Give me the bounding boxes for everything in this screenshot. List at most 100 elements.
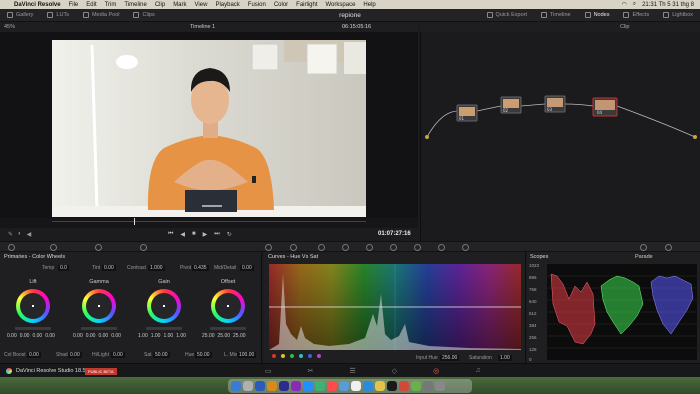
gain-master-slider[interactable] xyxy=(146,327,182,330)
color-page-icon[interactable]: ◎ xyxy=(433,367,439,375)
menu-mark[interactable]: Mark xyxy=(173,2,186,8)
gamma-master-slider[interactable] xyxy=(81,327,117,330)
photoshop-icon[interactable] xyxy=(255,381,265,391)
sizing-icon[interactable] xyxy=(462,244,469,251)
node-editor[interactable]: 01 02 03 04 xyxy=(420,32,700,242)
lift-master-slider[interactable] xyxy=(15,327,51,330)
premiere-icon[interactable] xyxy=(279,381,289,391)
hue-field[interactable]: 50.00 xyxy=(195,352,212,358)
menu-color[interactable]: Color xyxy=(274,2,288,8)
messages-icon[interactable] xyxy=(315,381,325,391)
offset-g[interactable]: 25.00 xyxy=(218,333,231,339)
gamma-crosshair[interactable] xyxy=(98,305,100,307)
loop-icon[interactable]: ↻ xyxy=(227,231,232,238)
saturation-field[interactable]: 1.00 xyxy=(498,355,512,361)
sat-field[interactable]: 50.00 xyxy=(153,352,170,358)
menu-view[interactable]: View xyxy=(195,2,208,8)
node-graph[interactable]: 01 02 03 04 xyxy=(421,32,700,242)
wifi-icon[interactable]: ◠ xyxy=(621,1,626,8)
highlight-icon[interactable]: ◐ xyxy=(18,231,22,238)
lift-b[interactable]: 0.00 xyxy=(45,333,55,339)
scope-mode-select[interactable]: Parade xyxy=(635,254,653,260)
node-03[interactable]: 03 xyxy=(544,95,566,113)
zoom-select[interactable]: 45% xyxy=(4,24,15,30)
timeline-select[interactable]: Timeline 1 xyxy=(190,24,215,30)
cut-page-icon[interactable]: ✂ xyxy=(308,367,314,375)
offset-wheel[interactable] xyxy=(211,289,245,323)
offset-r[interactable]: 25.00 xyxy=(202,333,215,339)
settings-icon[interactable] xyxy=(423,381,433,391)
input-hue-field[interactable]: 256.00 xyxy=(440,355,460,361)
yellow-swatch[interactable] xyxy=(281,354,285,358)
key-icon[interactable] xyxy=(438,244,445,251)
menu-timeline[interactable]: Timeline xyxy=(124,2,146,8)
launchpad-icon[interactable] xyxy=(243,381,253,391)
quick-export-button[interactable]: Quick Export xyxy=(480,9,534,22)
node-02[interactable]: 02 xyxy=(500,96,522,114)
menu-fairlight[interactable]: Fairlight xyxy=(296,2,317,8)
colboost-field[interactable]: 0.00 xyxy=(27,352,41,358)
qualifier-icon[interactable] xyxy=(318,244,325,251)
trash-icon[interactable] xyxy=(435,381,445,391)
lift-y[interactable]: 0.00 xyxy=(7,333,17,339)
offset-crosshair[interactable] xyxy=(227,305,229,307)
media-pool-button[interactable]: Media Pool xyxy=(76,9,127,22)
gain-b[interactable]: 1.00 xyxy=(176,333,186,339)
color-wheels-icon[interactable] xyxy=(50,244,57,251)
edit-page-icon[interactable]: ☰ xyxy=(350,367,356,375)
menu-playback[interactable]: Playback xyxy=(215,2,239,8)
zalo-icon[interactable] xyxy=(363,381,373,391)
middetail-field[interactable]: 0.00 xyxy=(240,265,254,271)
pivot-field[interactable]: 0.435 xyxy=(192,265,209,271)
lmix-field[interactable]: 100.00 xyxy=(237,352,257,358)
viewer-scrubber[interactable] xyxy=(0,218,418,228)
lift-crosshair[interactable] xyxy=(32,305,34,307)
magic-mask-icon[interactable] xyxy=(390,244,397,251)
playhead[interactable] xyxy=(134,218,135,225)
nodes-button[interactable]: Nodes xyxy=(578,9,617,22)
hilight-field[interactable]: 0.00 xyxy=(111,352,125,358)
shad-field[interactable]: 0.00 xyxy=(68,352,82,358)
blue-swatch[interactable] xyxy=(308,354,312,358)
gain-g[interactable]: 1.00 xyxy=(163,333,173,339)
menu-fusion[interactable]: Fusion xyxy=(248,2,266,8)
gallery-button[interactable]: Gallery xyxy=(0,9,40,22)
menu-clip[interactable]: Clip xyxy=(155,2,165,8)
gain-r[interactable]: 1.00 xyxy=(151,333,161,339)
gamma-y[interactable]: 0.00 xyxy=(73,333,83,339)
play-icon[interactable]: ▶ xyxy=(203,231,208,238)
node-mode-select[interactable]: Clip xyxy=(620,24,629,30)
gain-wheel[interactable] xyxy=(147,289,181,323)
menu-edit[interactable]: Edit xyxy=(86,2,96,8)
gain-y[interactable]: 1.00 xyxy=(138,333,148,339)
menu-help[interactable]: Help xyxy=(363,2,375,8)
contrast-field[interactable]: 1.000 xyxy=(148,265,165,271)
timeline-button[interactable]: Timeline xyxy=(534,9,578,22)
rgb-mixer-icon[interactable] xyxy=(95,244,102,251)
menu-file[interactable]: File xyxy=(69,2,79,8)
magenta-swatch[interactable] xyxy=(317,354,321,358)
picker-icon[interactable]: ✎ xyxy=(8,231,13,238)
clips-button[interactable]: Clips xyxy=(126,9,161,22)
lift-g[interactable]: 0.00 xyxy=(32,333,42,339)
resolve-dock-icon[interactable] xyxy=(399,381,409,391)
effects-button[interactable]: Effects xyxy=(616,9,656,22)
lightbox-button[interactable]: Lightbox xyxy=(656,9,700,22)
lift-r[interactable]: 0.00 xyxy=(20,333,30,339)
curves-icon[interactable] xyxy=(265,244,272,251)
music-icon[interactable] xyxy=(327,381,337,391)
terminal-icon[interactable] xyxy=(387,381,397,391)
search-icon[interactable]: ⌕ xyxy=(633,1,636,8)
offset-b[interactable]: 25.00 xyxy=(233,333,246,339)
node-04[interactable]: 04 xyxy=(592,97,618,117)
stop-icon[interactable]: ■ xyxy=(192,231,196,238)
menu-workspace[interactable]: Workspace xyxy=(326,2,356,8)
node-01[interactable]: 01 xyxy=(456,104,478,122)
hue-vs-sat-graph[interactable] xyxy=(269,264,521,350)
offset-master-slider[interactable] xyxy=(210,327,246,330)
chrome-icon[interactable] xyxy=(351,381,361,391)
info-icon[interactable] xyxy=(665,244,672,251)
red-swatch[interactable] xyxy=(272,354,276,358)
gamma-b[interactable]: 0.00 xyxy=(111,333,121,339)
fusion-page-icon[interactable]: ◇ xyxy=(392,367,397,375)
